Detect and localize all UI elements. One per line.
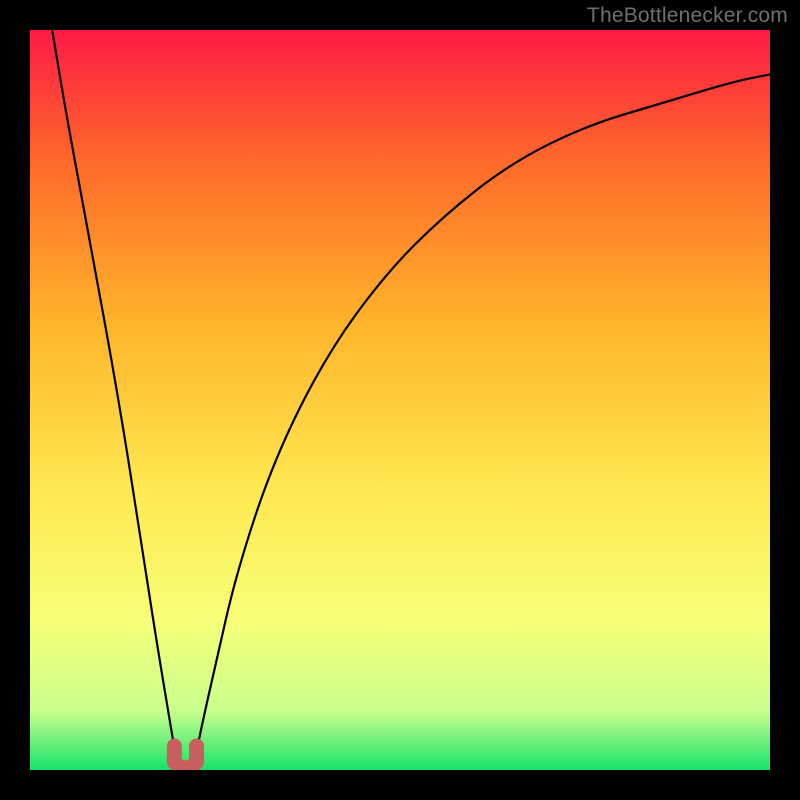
- chart-frame: TheBottlenecker.com: [0, 0, 800, 800]
- bottleneck-chart: [30, 30, 770, 770]
- watermark-text: TheBottlenecker.com: [587, 4, 788, 28]
- plot-area: [30, 30, 770, 770]
- gradient-background: [30, 30, 770, 770]
